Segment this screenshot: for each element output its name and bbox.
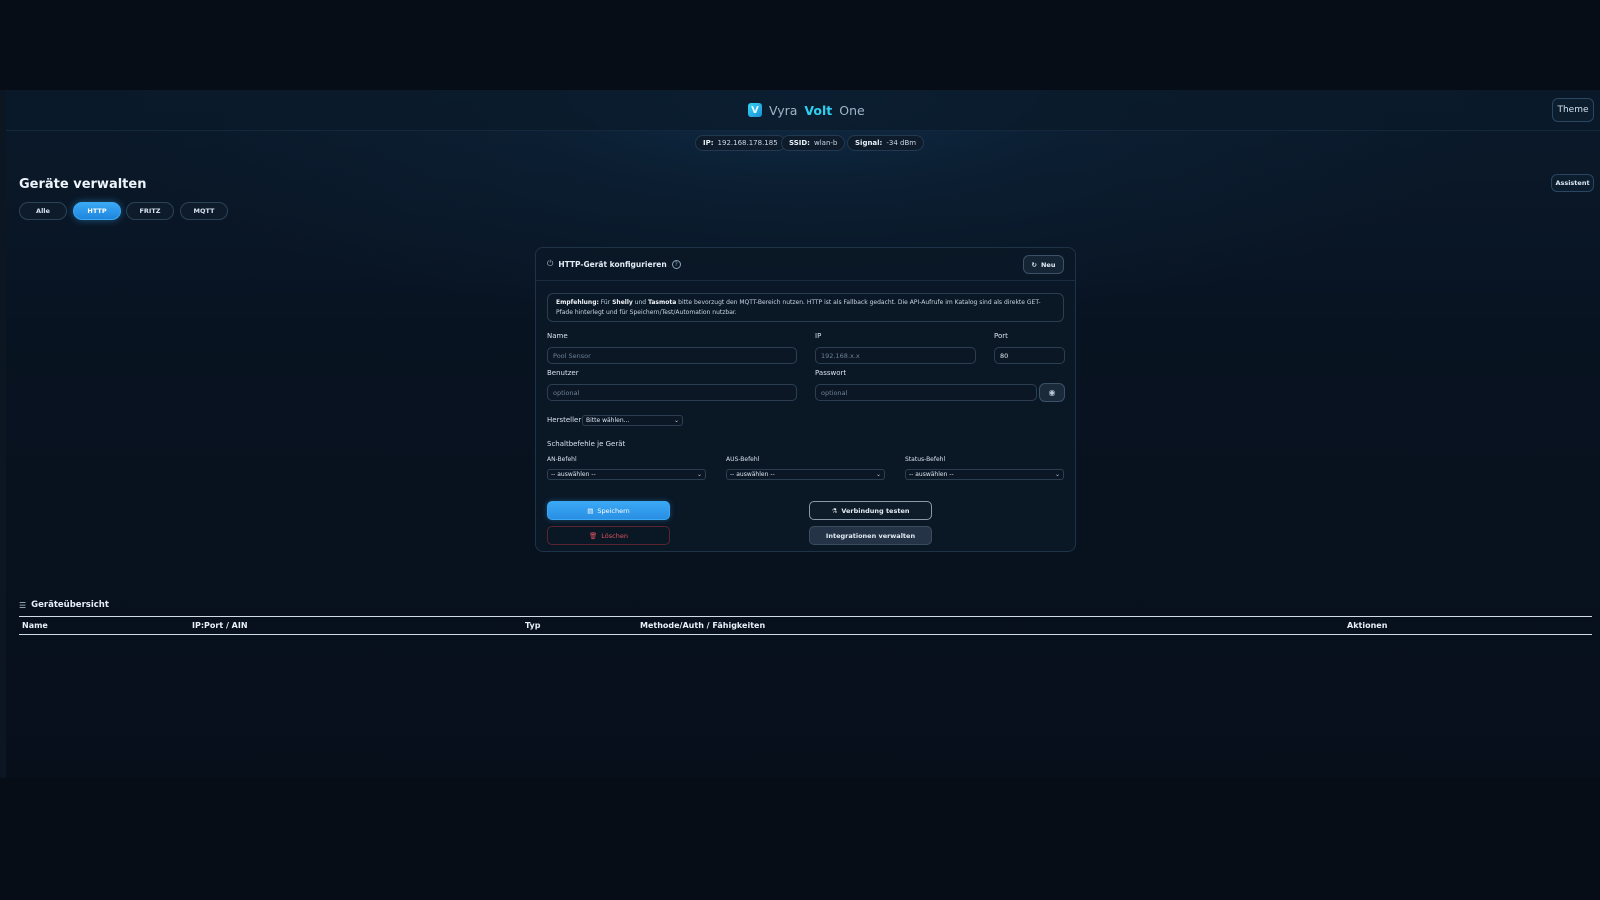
page-title: Geräte verwalten — [19, 177, 147, 192]
ssid-status-label: SSID: — [789, 139, 810, 147]
chevron-down-icon: ⌄ — [696, 471, 702, 478]
chevron-down-icon: ⌄ — [673, 417, 679, 424]
on-command-select[interactable]: -- auswählen -- ⌄ — [547, 469, 706, 480]
show-password-eye-icon[interactable]: ◉ — [1039, 383, 1065, 402]
notice-strong-shelly: Shelly — [612, 299, 633, 306]
ip-status-label: IP: — [703, 139, 714, 147]
refresh-icon: ↻ — [1031, 260, 1037, 269]
user-input[interactable] — [547, 384, 797, 401]
save-button[interactable]: ▤ Speichern — [547, 501, 670, 520]
new-button-label: Neu — [1040, 260, 1056, 269]
signal-status-label: Signal: — [855, 139, 883, 147]
chevron-down-icon: ⌄ — [1054, 471, 1060, 478]
test-connection-label: Verbindung testen — [841, 506, 910, 515]
column-header-actions[interactable]: Aktionen — [1347, 621, 1387, 630]
column-header-name[interactable]: Name — [22, 621, 48, 630]
new-button[interactable]: ↻ Neu — [1023, 255, 1064, 274]
ip-label: IP — [815, 332, 822, 340]
ip-status-value: 192.168.178.185 — [717, 139, 778, 147]
port-input[interactable] — [994, 347, 1065, 364]
panel-title-text: HTTP-Gerät konfigurieren — [558, 259, 667, 269]
theme-button[interactable]: Theme — [1552, 98, 1594, 122]
notice-text-2: und — [632, 299, 649, 306]
manufacturer-select[interactable]: Bitte wählen... ⌄ — [582, 415, 683, 426]
http-config-panel: ⏻ HTTP-Gerät konfigurieren ? ↻ Neu Empfe… — [535, 247, 1076, 552]
tab-http[interactable]: HTTP — [73, 202, 121, 220]
delete-button-label: Löschen — [601, 531, 628, 540]
ip-input[interactable] — [815, 347, 976, 364]
status-command-value: -- auswählen -- — [909, 471, 954, 478]
notice-strong-recommendation: Empfehlung: — [556, 299, 599, 306]
flask-icon: ⚗ — [831, 506, 838, 515]
on-command-value: -- auswählen -- — [551, 471, 596, 478]
top-bar: V Vyra Volt One Theme — [6, 90, 1600, 131]
on-command-label: AN-Befehl — [547, 456, 577, 463]
tab-fritz[interactable]: FRITZ — [126, 202, 174, 220]
notice-text-1: Für — [598, 299, 613, 306]
password-input[interactable] — [815, 384, 1037, 401]
ssid-status-pill: SSID: wlan-b — [781, 135, 846, 151]
manufacturer-label: Hersteller — [547, 416, 582, 424]
name-label: Name — [547, 332, 568, 340]
name-input[interactable] — [547, 347, 797, 364]
notice-strong-tasmota: Tasmota — [648, 299, 677, 306]
device-overview-title-text: Geräteübersicht — [31, 600, 109, 610]
signal-status-pill: Signal: -34 dBm — [847, 135, 925, 151]
port-label: Port — [994, 332, 1008, 340]
column-header-type[interactable]: Typ — [525, 621, 540, 630]
assistant-button[interactable]: Assistent — [1551, 174, 1594, 192]
save-button-label: Speichern — [597, 506, 630, 515]
off-command-value: -- auswählen -- — [730, 471, 775, 478]
tab-all[interactable]: Alle — [19, 202, 67, 220]
panel-title: ⏻ HTTP-Gerät konfigurieren ? — [547, 259, 681, 269]
column-header-method-auth[interactable]: Methode/Auth / Fähigkeiten — [640, 621, 765, 630]
ip-status-pill: IP: 192.168.178.185 — [695, 135, 786, 151]
brand: V Vyra Volt One — [748, 101, 865, 119]
trash-icon: 🗑 — [589, 531, 598, 540]
commands-heading: Schaltbefehle je Gerät — [547, 440, 626, 448]
panel-header: ⏻ HTTP-Gerät konfigurieren ? ↻ Neu — [536, 248, 1075, 281]
recommendation-notice: Empfehlung: Für Shelly und Tasmota bitte… — [547, 293, 1064, 322]
chevron-down-icon: ⌄ — [875, 471, 881, 478]
plug-icon: ⏻ — [547, 259, 554, 268]
brand-name-part3: One — [839, 102, 865, 118]
password-label: Passwort — [815, 369, 847, 377]
brand-name-part1: Vyra — [769, 102, 798, 118]
help-icon[interactable]: ? — [671, 259, 681, 269]
delete-button[interactable]: 🗑 Löschen — [547, 526, 670, 545]
brand-name-part2: Volt — [804, 102, 833, 118]
app-window: V Vyra Volt One Theme IP: 192.168.178.185 S… — [0, 90, 1600, 778]
manage-integrations-button[interactable]: Integrationen verwalten — [809, 526, 932, 545]
signal-status-value: -34 dBm — [886, 139, 917, 147]
status-pills: IP: 192.168.178.185 SSID: wlan-b Signal: -3… — [6, 135, 1600, 151]
status-command-label: Status-Befehl — [905, 456, 946, 463]
list-icon: ☰ — [19, 600, 27, 610]
status-command-select[interactable]: -- auswählen -- ⌄ — [905, 469, 1064, 480]
test-connection-button[interactable]: ⚗ Verbindung testen — [809, 501, 932, 520]
save-icon: ▤ — [587, 506, 594, 515]
device-overview-title: ☰ Geräteübersicht — [19, 600, 109, 610]
user-label: Benutzer — [547, 369, 579, 377]
device-table-header: Name IP:Port / AIN Typ Methode/Auth / Fä… — [19, 616, 1592, 635]
manufacturer-select-value: Bitte wählen... — [586, 417, 630, 424]
ssid-status-value: wlan-b — [813, 139, 838, 147]
tab-mqtt[interactable]: MQTT — [180, 202, 228, 220]
column-header-ip-port-ain[interactable]: IP:Port / AIN — [192, 621, 248, 630]
off-command-label: AUS-Befehl — [726, 456, 760, 463]
off-command-select[interactable]: -- auswählen -- ⌄ — [726, 469, 885, 480]
brand-logo-icon: V — [748, 103, 762, 117]
